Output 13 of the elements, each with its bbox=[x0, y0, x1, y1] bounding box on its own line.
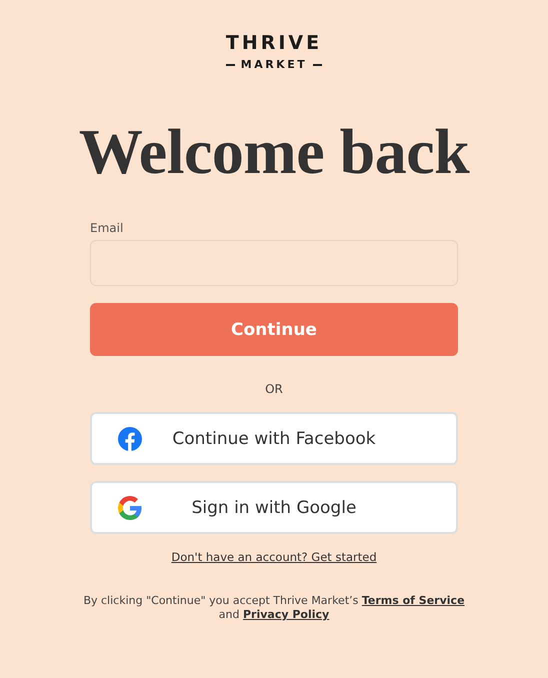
logo-wordmark: THRIVE bbox=[226, 32, 322, 54]
google-button[interactable]: Sign in with Google bbox=[90, 481, 458, 534]
email-label: Email bbox=[90, 221, 124, 235]
signup-link[interactable]: Don't have an account? Get started bbox=[171, 550, 377, 564]
google-icon bbox=[118, 496, 142, 520]
divider-text: OR bbox=[265, 382, 283, 396]
terms-link[interactable]: Terms of Service bbox=[362, 594, 465, 607]
privacy-link[interactable]: Privacy Policy bbox=[242, 608, 330, 621]
page-heading: Welcome back bbox=[78, 117, 470, 187]
facebook-button[interactable]: Continue with Facebook bbox=[90, 412, 458, 465]
facebook-icon bbox=[118, 427, 142, 451]
logo-subtitle: MARKET bbox=[240, 58, 308, 71]
legal-text: By clicking "Continue" you accept Thrive Market’s Terms of Service and Privacy Policy bbox=[82, 594, 466, 622]
